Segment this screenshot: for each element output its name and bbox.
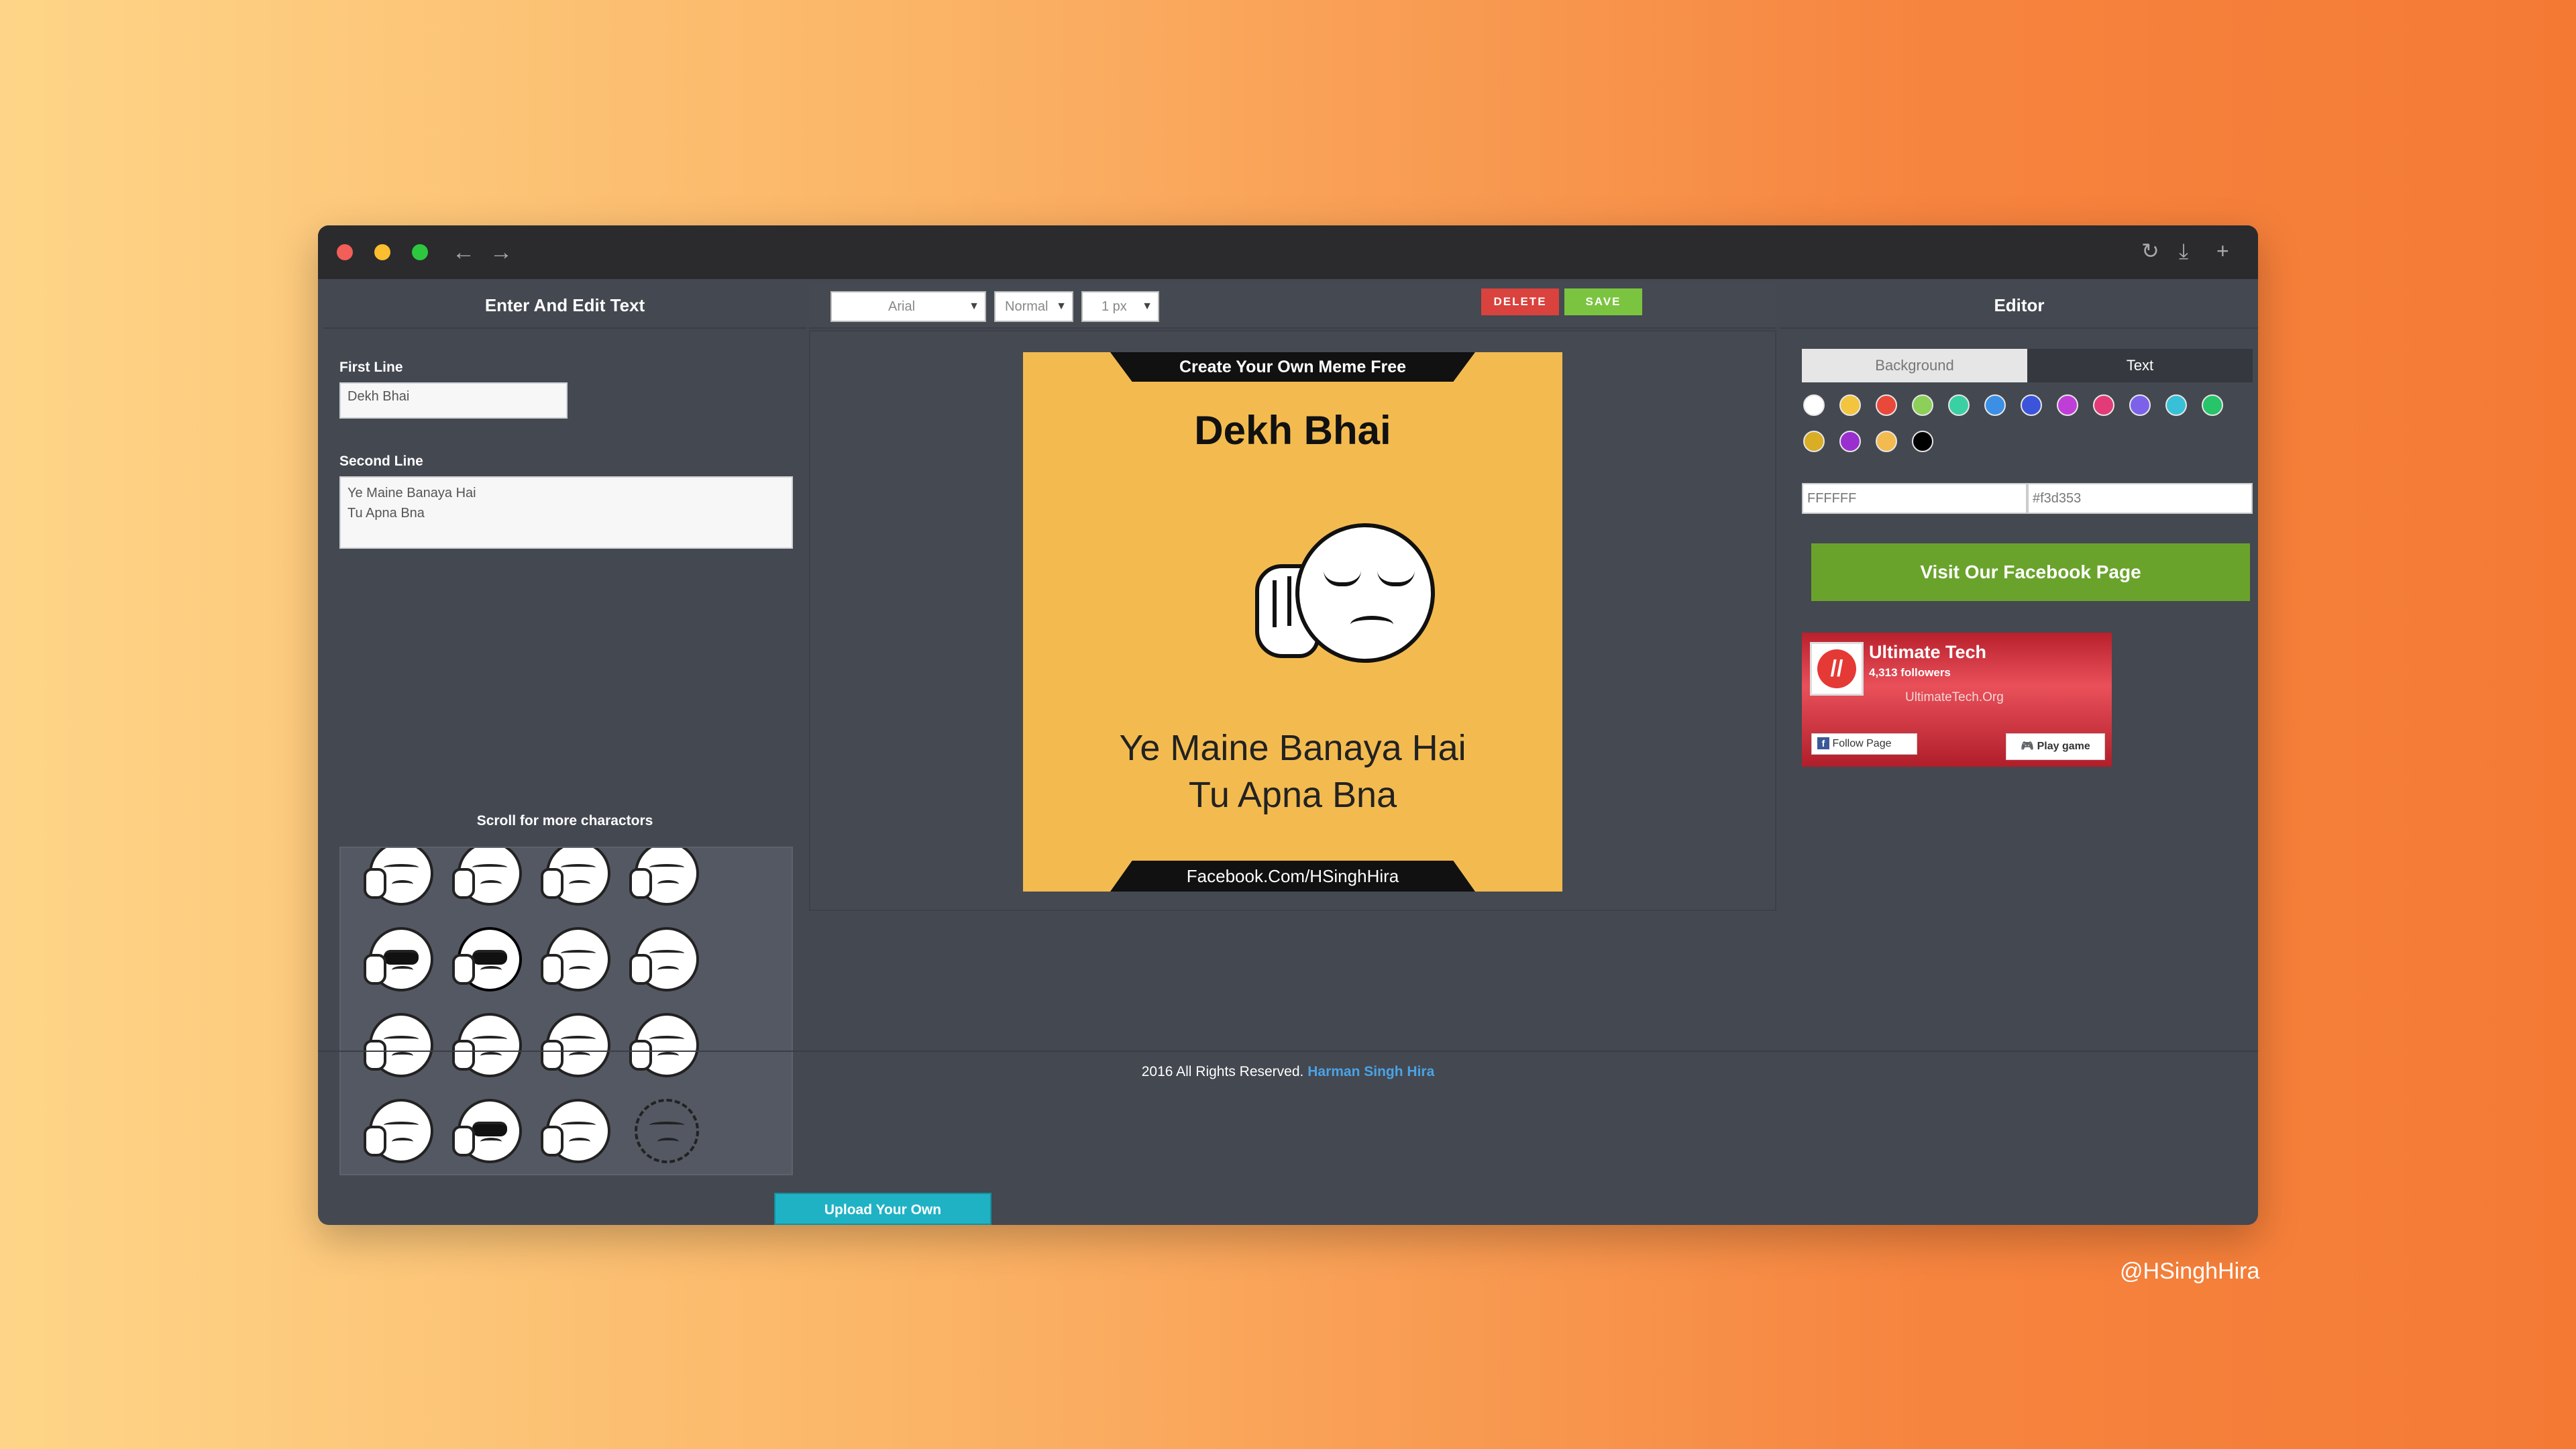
- character-thumb[interactable]: [364, 927, 433, 991]
- page-url: UltimateTech.Org: [1905, 690, 2004, 704]
- tab-background[interactable]: Background: [1802, 349, 2027, 382]
- editor-title: Editor: [1780, 282, 2258, 329]
- text-panel: Enter And Edit Text First Line Dekh Bhai…: [323, 282, 806, 1175]
- arrow-left-icon[interactable]: ←: [452, 239, 475, 266]
- text-panel-title: Enter And Edit Text: [323, 282, 806, 329]
- plus-icon[interactable]: +: [2216, 237, 2229, 264]
- color-swatch-blue[interactable]: [1984, 394, 2006, 416]
- page-followers: 4,313 followers: [1869, 666, 1951, 679]
- footer-author-link[interactable]: Harman Singh Hira: [1307, 1064, 1434, 1079]
- color-swatch-teal[interactable]: [1948, 394, 1970, 416]
- second-line-textarea[interactable]: Ye Maine Banaya Hai Tu Apna Bna: [339, 476, 793, 549]
- meme-character: [1295, 523, 1435, 663]
- upload-button[interactable]: Upload Your Own: [774, 1193, 991, 1225]
- color-swatch-orange[interactable]: [1876, 431, 1897, 452]
- color-swatch-purple[interactable]: [1839, 431, 1861, 452]
- color-swatch-cyan[interactable]: [2165, 394, 2187, 416]
- editor-panel: Editor Background Text FFFFFF #f3d353 Vi…: [1780, 282, 2258, 1053]
- tab-text[interactable]: Text: [2027, 349, 2253, 382]
- footer: 2016 All Rights Reserved. Harman Singh H…: [318, 1051, 2258, 1091]
- stroke-select[interactable]: 1 px ▼: [1081, 291, 1159, 322]
- character-picker[interactable]: [339, 847, 793, 1175]
- play-game-button[interactable]: 🎮 Play game: [2006, 733, 2105, 760]
- page-logo: //: [1810, 642, 1864, 696]
- stroke-select-value: 1 px: [1102, 299, 1127, 314]
- footer-text: 2016 All Rights Reserved.: [1141, 1064, 1304, 1079]
- character-thumb[interactable]: [541, 848, 610, 906]
- color-swatch-light-green[interactable]: [1912, 394, 1933, 416]
- gamepad-icon: 🎮: [2021, 741, 2035, 752]
- author-handle: @HSinghHira: [2120, 1258, 2260, 1284]
- delete-button[interactable]: DELETE: [1481, 288, 1559, 315]
- chevron-down-icon: ▼: [969, 301, 979, 312]
- character-thumb[interactable]: [541, 1099, 610, 1163]
- maximize-dot[interactable]: [412, 244, 428, 260]
- character-thumb[interactable]: [541, 927, 610, 991]
- character-thumb[interactable]: [364, 848, 433, 906]
- background-color-input[interactable]: #f3d353: [2027, 483, 2253, 514]
- save-button[interactable]: SAVE: [1564, 288, 1642, 315]
- close-dot[interactable]: [337, 244, 353, 260]
- play-game-label: Play game: [2037, 741, 2090, 752]
- logo-icon: //: [1817, 649, 1856, 688]
- chevron-down-icon: ▼: [1056, 301, 1067, 312]
- chevron-down-icon: ▼: [1142, 301, 1152, 312]
- facebook-page-widget[interactable]: // Ultimate Tech 4,313 followers Ultimat…: [1802, 633, 2112, 767]
- color-swatch-magenta[interactable]: [2057, 394, 2078, 416]
- color-swatch-yellow[interactable]: [1839, 394, 1861, 416]
- editor-tabs: Background Text: [1802, 349, 2253, 382]
- visit-facebook-button[interactable]: Visit Our Facebook Page: [1811, 543, 2250, 601]
- weight-select-value: Normal: [1005, 299, 1049, 314]
- color-swatch-pink[interactable]: [2093, 394, 2114, 416]
- refresh-icon[interactable]: ↻: [2141, 237, 2159, 264]
- facebook-icon: f: [1817, 737, 1829, 749]
- meme-bottom-banner: Facebook.Com/HSinghHira: [1110, 861, 1475, 892]
- color-swatch-white[interactable]: [1803, 394, 1825, 416]
- font-select-value: Arial: [888, 299, 916, 314]
- meme-second-line-b: Tu Apna Bna: [1188, 775, 1397, 815]
- minimize-dot[interactable]: [374, 244, 390, 260]
- meme-top-banner: Create Your Own Meme Free: [1110, 352, 1475, 382]
- font-select[interactable]: Arial ▼: [830, 291, 986, 322]
- second-line-text-1: Ye Maine Banaya Hai: [347, 486, 476, 500]
- color-swatch-red[interactable]: [1876, 394, 1897, 416]
- follow-page-button[interactable]: f Follow Page: [1811, 733, 1917, 755]
- second-line-text-2: Tu Apna Bna: [347, 506, 425, 521]
- text-color-input[interactable]: FFFFFF: [1802, 483, 2027, 514]
- title-bar: ← → ↻ ⤓ +: [318, 225, 2258, 279]
- color-swatch-indigo[interactable]: [2021, 394, 2042, 416]
- first-line-input[interactable]: Dekh Bhai: [339, 382, 568, 419]
- color-swatch-green[interactable]: [2202, 394, 2223, 416]
- character-thumb[interactable]: [452, 927, 522, 991]
- first-line-label: First Line: [339, 360, 403, 375]
- meme-canvas[interactable]: Create Your Own Meme Free Dekh Bhai Ye M…: [1023, 352, 1562, 892]
- color-swatch-gold[interactable]: [1803, 431, 1825, 452]
- download-icon[interactable]: ⤓: [2179, 237, 2188, 264]
- meme-second-line: Ye Maine Banaya Hai Tu Apna Bna: [1023, 724, 1562, 818]
- scroll-hint: Scroll for more charactors: [476, 813, 653, 828]
- color-swatch-black[interactable]: [1912, 431, 1933, 452]
- color-swatch-violet[interactable]: [2129, 394, 2151, 416]
- second-line-label: Second Line: [339, 453, 423, 469]
- page-name[interactable]: Ultimate Tech: [1869, 642, 1986, 663]
- character-thumb[interactable]: [452, 1099, 522, 1163]
- character-thumb[interactable]: [635, 1099, 699, 1163]
- character-thumb[interactable]: [452, 848, 522, 906]
- arrow-right-icon[interactable]: →: [490, 239, 513, 266]
- character-grid: [357, 848, 711, 1174]
- weight-select[interactable]: Normal ▼: [994, 291, 1073, 322]
- character-thumb[interactable]: [629, 927, 699, 991]
- meme-first-line: Dekh Bhai: [1194, 408, 1391, 453]
- character-thumb[interactable]: [629, 848, 699, 906]
- follow-page-label: Follow Page: [1832, 738, 1892, 749]
- meme-second-line-a: Ye Maine Banaya Hai: [1119, 728, 1466, 768]
- character-thumb[interactable]: [364, 1099, 433, 1163]
